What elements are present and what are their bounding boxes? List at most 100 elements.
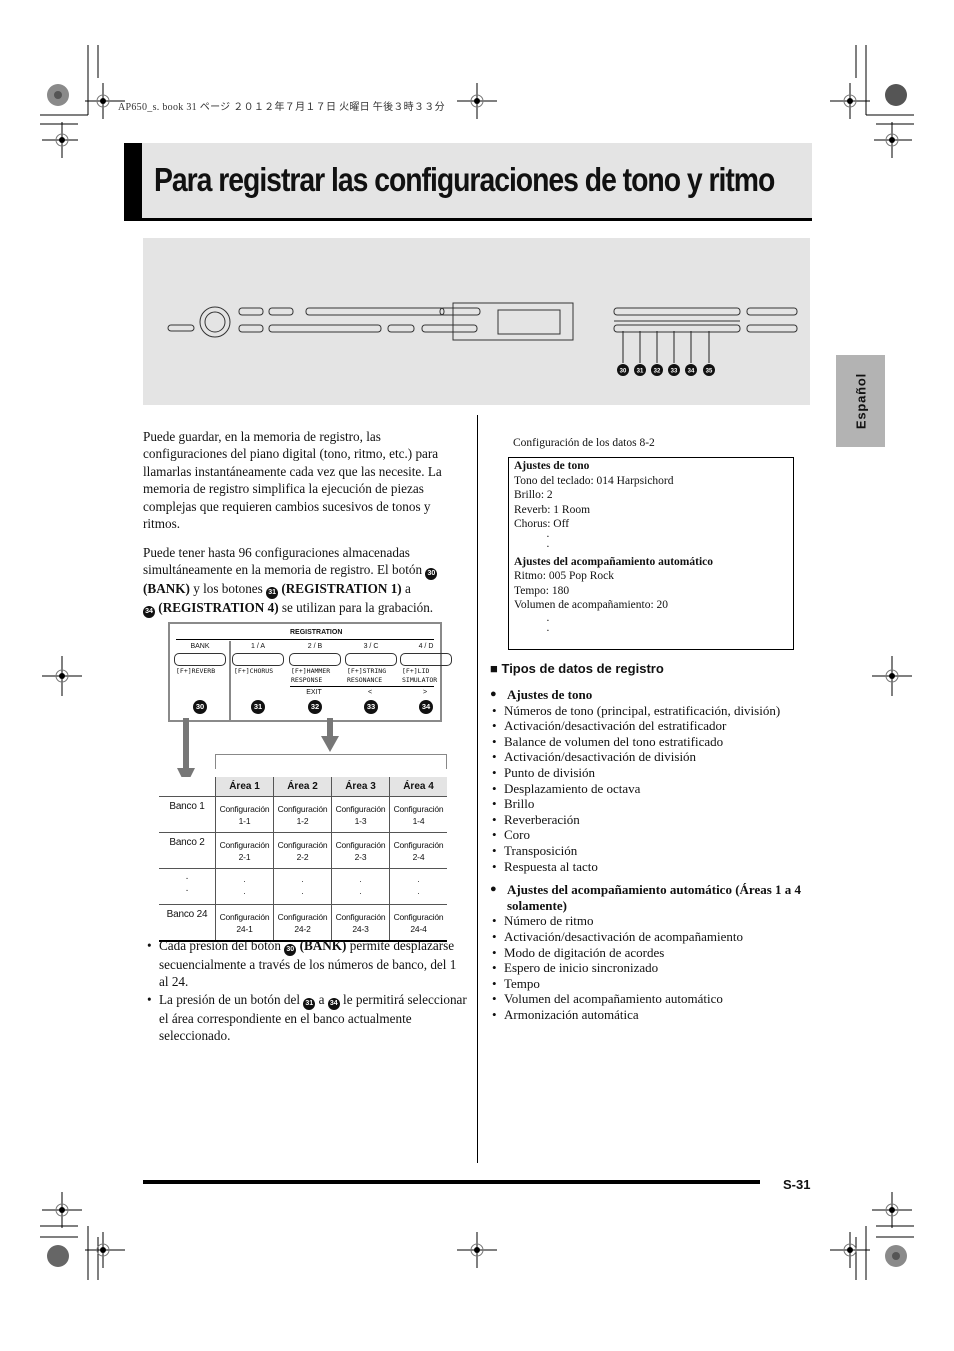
list-item: Modo de digitación de acordes bbox=[490, 945, 810, 961]
list-item: Volumen del acompañamiento automático bbox=[490, 991, 810, 1007]
list-item: Activación/desactivación del estratifica… bbox=[490, 718, 810, 734]
list-item: Activación/desactivación de división bbox=[490, 749, 810, 765]
registration-button[interactable] bbox=[345, 653, 397, 666]
table-cell: Configuración 1-3 bbox=[331, 796, 390, 833]
example-line: Reverb: 1 Room bbox=[514, 503, 591, 516]
data-group-list: Número de ritmoActivación/desactivación … bbox=[490, 913, 810, 1022]
language-tab-label: Español bbox=[853, 372, 868, 430]
panel-callout-label: 33 bbox=[671, 369, 678, 375]
table-cell: Configuración 2-1 bbox=[215, 832, 274, 869]
note-item: La presión de un botón del 31 a 34 le pe… bbox=[145, 991, 467, 1045]
table-cell: Configuración 24-4 bbox=[389, 904, 447, 942]
registration-button[interactable] bbox=[289, 653, 341, 666]
data-group-title: Ajustes de tono bbox=[490, 687, 810, 703]
example-settings-box: Ajustes de tono Tono del teclado: 014 Ha… bbox=[508, 457, 794, 650]
table-row: Banco 1 Configuración 1-1 Configuración 1-… bbox=[159, 796, 447, 833]
page-number: S-31 bbox=[783, 1177, 811, 1192]
registration-button[interactable] bbox=[400, 653, 452, 666]
figure-function-label: [F+]REVERB bbox=[176, 667, 216, 675]
table-cell: Configuración 2-2 bbox=[273, 832, 332, 869]
table-cell: Configuración 2-3 bbox=[331, 832, 390, 869]
figure-function-label: [F+]CHORUS bbox=[234, 667, 274, 675]
col-header: Área 1 bbox=[215, 777, 274, 797]
example-tone-heading: Ajustes de tono bbox=[514, 460, 590, 472]
page-title: Para registrar las configuraciones de to… bbox=[154, 161, 775, 198]
example-line: Chorus: Off bbox=[514, 518, 570, 530]
figure-col-label: 4 / D bbox=[418, 643, 434, 650]
title-accent bbox=[124, 143, 142, 218]
example-caption: Configuración de los datos 8-2 bbox=[513, 437, 655, 449]
list-item: Coro bbox=[490, 827, 810, 843]
panel-callout-label: 32 bbox=[654, 369, 661, 375]
column-divider bbox=[477, 415, 478, 1163]
callout-31-icon: 31 bbox=[251, 700, 265, 714]
table-cell: Configuración 24-1 bbox=[215, 904, 274, 942]
callout-30-icon: 30 bbox=[193, 700, 207, 714]
callout-31-icon: 31 bbox=[303, 997, 316, 1010]
area-arrow-shaft bbox=[327, 718, 333, 738]
list-item: Número de ritmo bbox=[490, 913, 810, 929]
bank-label: Banco 24 bbox=[159, 904, 216, 942]
table-cell: · · bbox=[273, 868, 332, 905]
panel-callout-label: 35 bbox=[706, 369, 713, 375]
callout-30-icon: 30 bbox=[425, 568, 438, 581]
footer-rule bbox=[143, 1180, 760, 1184]
list-item: Respuesta al tacto bbox=[490, 859, 810, 875]
list-item: Balance de volumen del tono estratificad… bbox=[490, 734, 810, 750]
bank-label: · · bbox=[159, 868, 216, 905]
list-item: Punto de división bbox=[490, 765, 810, 781]
panel-callout-label: 30 bbox=[620, 369, 627, 375]
table-cell: Configuración 2-4 bbox=[389, 832, 447, 869]
bank-label: Banco 2 bbox=[159, 832, 216, 869]
notes-list: Cada presión del botón 30 (BANK) permite… bbox=[145, 937, 467, 1045]
example-accomp-heading: Ajustes del acompañamiento automático bbox=[514, 555, 713, 568]
ellipsis: · bbox=[546, 530, 550, 543]
print-header: AP650_s. book 31 ページ ２０１２年７月１７日 火曜日 午後３時… bbox=[118, 102, 445, 113]
panel-callout-label: 34 bbox=[688, 369, 695, 375]
list-item: Desplazamiento de octava bbox=[490, 781, 810, 797]
title-bar: Para registrar las configuraciones de to… bbox=[124, 143, 812, 221]
figure-col-label: 2 / B bbox=[307, 643, 323, 650]
callout-34-icon: 34 bbox=[419, 700, 433, 714]
table-cell: Configuración 24-2 bbox=[273, 904, 332, 942]
table-row: · · · · · · · · · · bbox=[159, 868, 447, 905]
intro-paragraph: Puede guardar, en la memoria de registro… bbox=[143, 429, 442, 532]
list-item: Activación/desactivación de acompañamien… bbox=[490, 929, 810, 945]
areas-bracket bbox=[215, 754, 447, 769]
callout-31-icon: 31 bbox=[266, 587, 279, 600]
registration-button[interactable] bbox=[174, 653, 226, 666]
ellipsis: · bbox=[546, 614, 550, 627]
list-item: Armonización automática bbox=[490, 1007, 810, 1023]
example-line: Tono del teclado: 014 Harpsichord bbox=[514, 474, 674, 487]
figure-col-label: 1 / A bbox=[250, 643, 265, 650]
area-arrow-head bbox=[321, 736, 339, 752]
registration-button[interactable] bbox=[232, 653, 284, 666]
panel-callout-label: 31 bbox=[637, 369, 644, 375]
bank-label: Banco 1 bbox=[159, 796, 216, 833]
figure-col-label: BANK bbox=[190, 643, 210, 650]
piano-panel-drawing: 30 31 32 33 34 35 bbox=[167, 302, 798, 376]
list-item: Brillo bbox=[490, 796, 810, 812]
list-item: Reverberación bbox=[490, 812, 810, 828]
bank-arrow-shaft bbox=[183, 718, 189, 768]
col-header: Área 4 bbox=[389, 777, 447, 797]
table-header-row: Área 1 Área 2 Área 3 Área 4 bbox=[159, 777, 447, 797]
callout-32-icon: 32 bbox=[308, 700, 322, 714]
ellipsis: · bbox=[546, 624, 550, 637]
registration-buttons bbox=[613, 324, 741, 333]
table-row: Banco 2 Configuración 2-1 Configuración 2-… bbox=[159, 832, 447, 869]
figure-function-label: [F+]STRING RESONANCE bbox=[347, 667, 387, 684]
registration-paragraph: Puede tener hasta 96 configuraciones alm… bbox=[143, 544, 465, 619]
list-item: Tempo bbox=[490, 976, 810, 992]
figure-function-label: [F+]LID SIMULATOR bbox=[402, 667, 438, 684]
table-cell: Configuración 1-1 bbox=[215, 796, 274, 833]
table-cell: · · bbox=[331, 868, 390, 905]
figure-sub-label: > bbox=[422, 689, 428, 696]
example-line: Tempo: 180 bbox=[514, 584, 570, 597]
col-header: Área 2 bbox=[273, 777, 332, 797]
example-line: Brillo: 2 bbox=[514, 489, 553, 501]
lcd-display bbox=[497, 309, 561, 335]
control-panel-illustration: 30 31 32 33 34 35 bbox=[143, 238, 810, 405]
table-cell: · · bbox=[215, 868, 274, 905]
callout-34-icon: 34 bbox=[327, 997, 340, 1010]
